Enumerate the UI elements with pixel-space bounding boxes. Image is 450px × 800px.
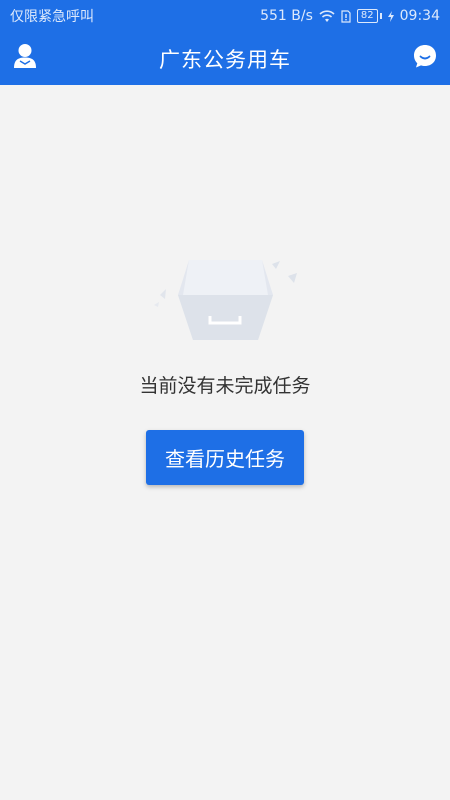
app-bar: 广东公务用车 [0,32,450,85]
chat-icon [412,43,438,73]
profile-button[interactable] [9,42,41,74]
carrier-label: 仅限紧急呼叫 [10,9,94,25]
empty-box-icon [150,255,300,345]
status-left: 仅限紧急呼叫 [10,6,94,26]
clock: 09:34 [399,8,440,24]
empty-message: 当前没有未完成任务 [139,375,311,397]
battery-level: 82 [356,9,378,23]
messages-button[interactable] [409,42,441,74]
user-icon [13,43,37,73]
status-right: 551 B/s 82 09:34 [260,8,440,24]
status-bar: 仅限紧急呼叫 551 B/s 82 09:34 [0,0,450,32]
network-speed: 551 B/s [260,8,313,24]
main-content: 当前没有未完成任务 查看历史任务 [0,85,450,800]
view-history-button[interactable]: 查看历史任务 [146,430,304,485]
sim-icon [341,9,351,23]
charging-icon [387,10,394,22]
wifi-icon [319,9,335,23]
page-title: 广东公务用车 [159,47,291,72]
battery-icon: 82 [356,9,382,23]
